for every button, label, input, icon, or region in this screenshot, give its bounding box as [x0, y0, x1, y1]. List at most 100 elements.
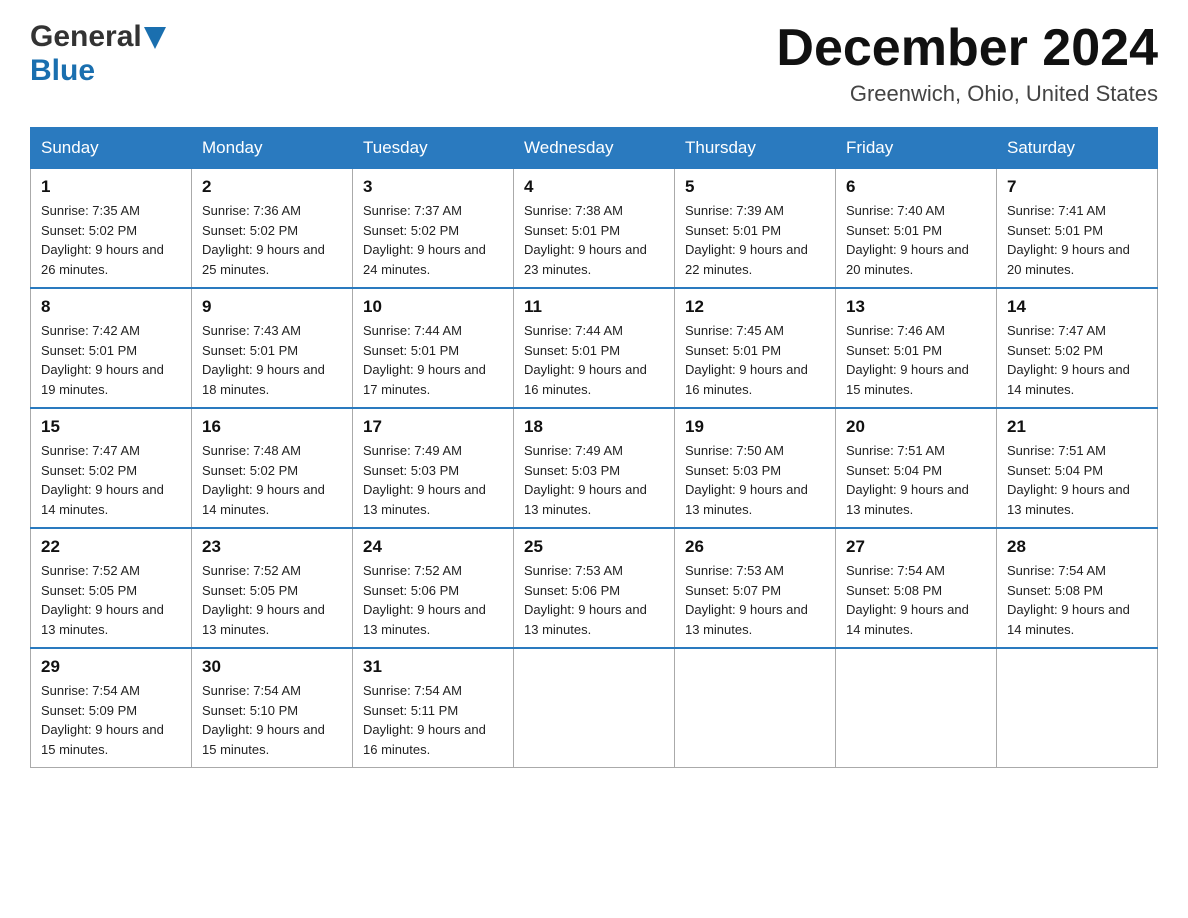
logo: General Blue [30, 20, 166, 88]
table-row: 25 Sunrise: 7:53 AM Sunset: 5:06 PM Dayl… [514, 528, 675, 648]
table-row: 4 Sunrise: 7:38 AM Sunset: 5:01 PM Dayli… [514, 169, 675, 289]
day-number: 22 [41, 537, 181, 557]
logo-triangle-icon [144, 27, 166, 49]
day-number: 9 [202, 297, 342, 317]
calendar-week-row: 29 Sunrise: 7:54 AM Sunset: 5:09 PM Dayl… [31, 648, 1158, 768]
table-row: 21 Sunrise: 7:51 AM Sunset: 5:04 PM Dayl… [997, 408, 1158, 528]
day-number: 14 [1007, 297, 1147, 317]
table-row: 30 Sunrise: 7:54 AM Sunset: 5:10 PM Dayl… [192, 648, 353, 768]
day-number: 29 [41, 657, 181, 677]
table-row: 2 Sunrise: 7:36 AM Sunset: 5:02 PM Dayli… [192, 169, 353, 289]
calendar-week-row: 1 Sunrise: 7:35 AM Sunset: 5:02 PM Dayli… [31, 169, 1158, 289]
table-row: 12 Sunrise: 7:45 AM Sunset: 5:01 PM Dayl… [675, 288, 836, 408]
day-number: 23 [202, 537, 342, 557]
location: Greenwich, Ohio, United States [776, 81, 1158, 107]
table-row: 11 Sunrise: 7:44 AM Sunset: 5:01 PM Dayl… [514, 288, 675, 408]
day-info: Sunrise: 7:44 AM Sunset: 5:01 PM Dayligh… [363, 321, 503, 399]
table-row: 28 Sunrise: 7:54 AM Sunset: 5:08 PM Dayl… [997, 528, 1158, 648]
day-number: 2 [202, 177, 342, 197]
day-info: Sunrise: 7:40 AM Sunset: 5:01 PM Dayligh… [846, 201, 986, 279]
day-info: Sunrise: 7:35 AM Sunset: 5:02 PM Dayligh… [41, 201, 181, 279]
table-row: 19 Sunrise: 7:50 AM Sunset: 5:03 PM Dayl… [675, 408, 836, 528]
day-number: 1 [41, 177, 181, 197]
day-info: Sunrise: 7:54 AM Sunset: 5:08 PM Dayligh… [1007, 561, 1147, 639]
day-info: Sunrise: 7:54 AM Sunset: 5:09 PM Dayligh… [41, 681, 181, 759]
table-row: 17 Sunrise: 7:49 AM Sunset: 5:03 PM Dayl… [353, 408, 514, 528]
day-number: 27 [846, 537, 986, 557]
month-title: December 2024 [776, 20, 1158, 77]
table-row: 13 Sunrise: 7:46 AM Sunset: 5:01 PM Dayl… [836, 288, 997, 408]
calendar-week-row: 8 Sunrise: 7:42 AM Sunset: 5:01 PM Dayli… [31, 288, 1158, 408]
table-row: 3 Sunrise: 7:37 AM Sunset: 5:02 PM Dayli… [353, 169, 514, 289]
day-number: 17 [363, 417, 503, 437]
day-info: Sunrise: 7:42 AM Sunset: 5:01 PM Dayligh… [41, 321, 181, 399]
table-row: 14 Sunrise: 7:47 AM Sunset: 5:02 PM Dayl… [997, 288, 1158, 408]
col-monday: Monday [192, 128, 353, 169]
day-info: Sunrise: 7:54 AM Sunset: 5:11 PM Dayligh… [363, 681, 503, 759]
day-info: Sunrise: 7:53 AM Sunset: 5:07 PM Dayligh… [685, 561, 825, 639]
col-friday: Friday [836, 128, 997, 169]
day-info: Sunrise: 7:46 AM Sunset: 5:01 PM Dayligh… [846, 321, 986, 399]
calendar-header-row: Sunday Monday Tuesday Wednesday Thursday… [31, 128, 1158, 169]
calendar-week-row: 22 Sunrise: 7:52 AM Sunset: 5:05 PM Dayl… [31, 528, 1158, 648]
table-row: 31 Sunrise: 7:54 AM Sunset: 5:11 PM Dayl… [353, 648, 514, 768]
table-row: 8 Sunrise: 7:42 AM Sunset: 5:01 PM Dayli… [31, 288, 192, 408]
day-number: 30 [202, 657, 342, 677]
day-info: Sunrise: 7:45 AM Sunset: 5:01 PM Dayligh… [685, 321, 825, 399]
day-number: 28 [1007, 537, 1147, 557]
day-number: 31 [363, 657, 503, 677]
table-row [997, 648, 1158, 768]
table-row: 24 Sunrise: 7:52 AM Sunset: 5:06 PM Dayl… [353, 528, 514, 648]
table-row: 15 Sunrise: 7:47 AM Sunset: 5:02 PM Dayl… [31, 408, 192, 528]
day-number: 7 [1007, 177, 1147, 197]
day-number: 26 [685, 537, 825, 557]
day-info: Sunrise: 7:38 AM Sunset: 5:01 PM Dayligh… [524, 201, 664, 279]
day-number: 5 [685, 177, 825, 197]
table-row: 9 Sunrise: 7:43 AM Sunset: 5:01 PM Dayli… [192, 288, 353, 408]
day-info: Sunrise: 7:53 AM Sunset: 5:06 PM Dayligh… [524, 561, 664, 639]
table-row: 10 Sunrise: 7:44 AM Sunset: 5:01 PM Dayl… [353, 288, 514, 408]
col-saturday: Saturday [997, 128, 1158, 169]
day-info: Sunrise: 7:36 AM Sunset: 5:02 PM Dayligh… [202, 201, 342, 279]
day-info: Sunrise: 7:41 AM Sunset: 5:01 PM Dayligh… [1007, 201, 1147, 279]
day-number: 20 [846, 417, 986, 437]
table-row: 5 Sunrise: 7:39 AM Sunset: 5:01 PM Dayli… [675, 169, 836, 289]
day-info: Sunrise: 7:54 AM Sunset: 5:08 PM Dayligh… [846, 561, 986, 639]
table-row: 7 Sunrise: 7:41 AM Sunset: 5:01 PM Dayli… [997, 169, 1158, 289]
table-row: 27 Sunrise: 7:54 AM Sunset: 5:08 PM Dayl… [836, 528, 997, 648]
table-row: 29 Sunrise: 7:54 AM Sunset: 5:09 PM Dayl… [31, 648, 192, 768]
day-number: 16 [202, 417, 342, 437]
table-row [514, 648, 675, 768]
day-info: Sunrise: 7:52 AM Sunset: 5:06 PM Dayligh… [363, 561, 503, 639]
day-number: 21 [1007, 417, 1147, 437]
logo-general-text: General [30, 20, 142, 54]
table-row: 1 Sunrise: 7:35 AM Sunset: 5:02 PM Dayli… [31, 169, 192, 289]
day-info: Sunrise: 7:47 AM Sunset: 5:02 PM Dayligh… [41, 441, 181, 519]
day-info: Sunrise: 7:54 AM Sunset: 5:10 PM Dayligh… [202, 681, 342, 759]
day-number: 11 [524, 297, 664, 317]
day-info: Sunrise: 7:49 AM Sunset: 5:03 PM Dayligh… [524, 441, 664, 519]
table-row: 6 Sunrise: 7:40 AM Sunset: 5:01 PM Dayli… [836, 169, 997, 289]
calendar-week-row: 15 Sunrise: 7:47 AM Sunset: 5:02 PM Dayl… [31, 408, 1158, 528]
day-number: 15 [41, 417, 181, 437]
col-wednesday: Wednesday [514, 128, 675, 169]
day-number: 18 [524, 417, 664, 437]
day-info: Sunrise: 7:47 AM Sunset: 5:02 PM Dayligh… [1007, 321, 1147, 399]
col-thursday: Thursday [675, 128, 836, 169]
day-info: Sunrise: 7:37 AM Sunset: 5:02 PM Dayligh… [363, 201, 503, 279]
day-number: 3 [363, 177, 503, 197]
logo-blue-text: Blue [30, 54, 95, 87]
table-row: 20 Sunrise: 7:51 AM Sunset: 5:04 PM Dayl… [836, 408, 997, 528]
page-header: General Blue December 2024 Greenwich, Oh… [30, 20, 1158, 107]
table-row: 26 Sunrise: 7:53 AM Sunset: 5:07 PM Dayl… [675, 528, 836, 648]
day-info: Sunrise: 7:52 AM Sunset: 5:05 PM Dayligh… [202, 561, 342, 639]
day-info: Sunrise: 7:51 AM Sunset: 5:04 PM Dayligh… [846, 441, 986, 519]
day-info: Sunrise: 7:49 AM Sunset: 5:03 PM Dayligh… [363, 441, 503, 519]
day-info: Sunrise: 7:48 AM Sunset: 5:02 PM Dayligh… [202, 441, 342, 519]
day-info: Sunrise: 7:52 AM Sunset: 5:05 PM Dayligh… [41, 561, 181, 639]
col-tuesday: Tuesday [353, 128, 514, 169]
day-info: Sunrise: 7:44 AM Sunset: 5:01 PM Dayligh… [524, 321, 664, 399]
table-row [836, 648, 997, 768]
table-row: 18 Sunrise: 7:49 AM Sunset: 5:03 PM Dayl… [514, 408, 675, 528]
day-number: 13 [846, 297, 986, 317]
